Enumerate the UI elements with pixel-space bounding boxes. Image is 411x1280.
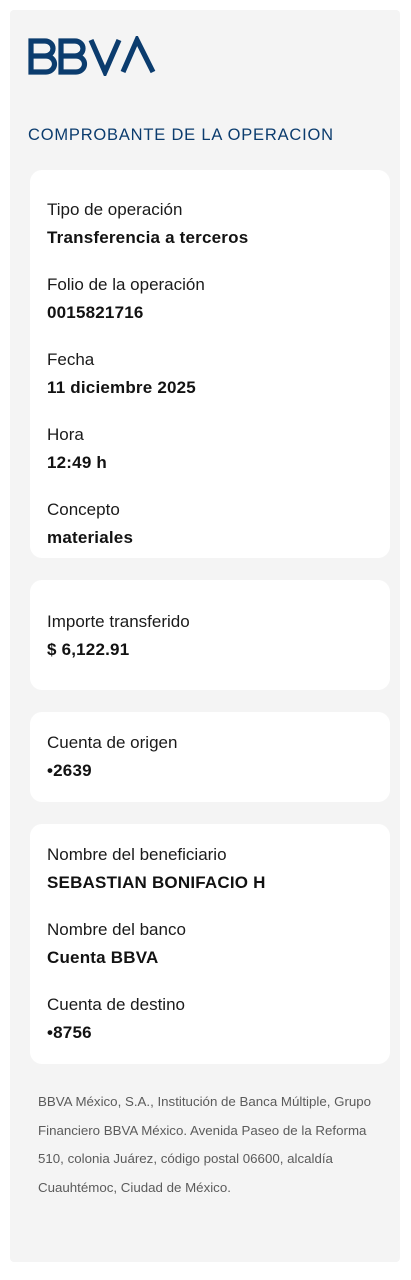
cuenta-destino-label: Cuenta de destino <box>47 995 185 1014</box>
fecha-value: 11 diciembre 2025 <box>47 378 196 397</box>
concepto-label: Concepto <box>47 500 120 519</box>
receipt-page: COMPROBANTE DE LA OPERACION Tipo de oper… <box>10 10 400 1262</box>
amount-card: Importe transferido $ 6,122.91 <box>30 580 390 690</box>
hora-label: Hora <box>47 425 84 444</box>
field-fecha: Fecha 11 diciembre 2025 <box>47 349 373 399</box>
fecha-label: Fecha <box>47 350 95 369</box>
origin-account-card: Cuenta de origen •2639 <box>30 712 390 802</box>
field-concepto: Concepto materiales <box>47 499 373 549</box>
operation-details-card: Tipo de operación Transferencia a tercer… <box>30 170 390 558</box>
field-banco: Nombre del banco Cuenta BBVA <box>47 919 373 969</box>
banco-label: Nombre del banco <box>47 920 186 939</box>
bbva-logo <box>28 36 158 76</box>
field-cuenta-origen: Cuenta de origen •2639 <box>47 732 373 782</box>
field-tipo-operacion: Tipo de operación Transferencia a tercer… <box>47 199 373 249</box>
importe-value: $ 6,122.91 <box>47 640 130 659</box>
beneficiario-value: SEBASTIAN BONIFACIO H <box>47 873 266 892</box>
field-cuenta-destino: Cuenta de destino •8756 <box>47 994 373 1044</box>
legal-footer: BBVA México, S.A., Institución de Banca … <box>38 1094 372 1195</box>
field-importe: Importe transferido $ 6,122.91 <box>47 611 373 661</box>
cuenta-origen-label: Cuenta de origen <box>47 733 178 752</box>
banco-value: Cuenta BBVA <box>47 948 159 967</box>
folio-label: Folio de la operación <box>47 275 205 294</box>
beneficiario-label: Nombre del beneficiario <box>47 845 227 864</box>
page-title: COMPROBANTE DE LA OPERACION <box>28 126 334 144</box>
folio-value: 0015821716 <box>47 303 144 322</box>
tipo-operacion-value: Transferencia a terceros <box>47 228 249 247</box>
hora-value: 12:49 h <box>47 453 107 472</box>
beneficiary-card: Nombre del beneficiario SEBASTIAN BONIFA… <box>30 824 390 1064</box>
field-beneficiario: Nombre del beneficiario SEBASTIAN BONIFA… <box>47 844 373 894</box>
field-hora: Hora 12:49 h <box>47 424 373 474</box>
field-folio: Folio de la operación 0015821716 <box>47 274 373 324</box>
importe-label: Importe transferido <box>47 612 190 631</box>
tipo-operacion-label: Tipo de operación <box>47 200 183 219</box>
cuenta-origen-value: •2639 <box>47 761 92 780</box>
concepto-value: materiales <box>47 528 134 547</box>
cuenta-destino-value: •8756 <box>47 1023 92 1042</box>
